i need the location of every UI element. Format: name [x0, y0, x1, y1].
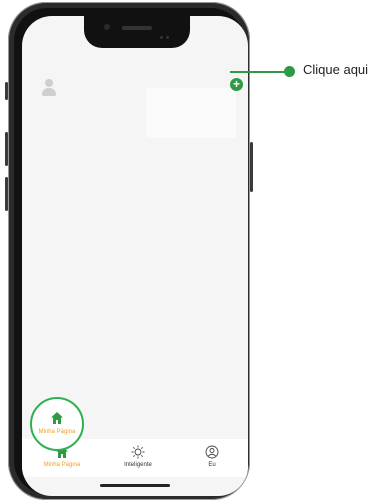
sensor-dots: [160, 26, 172, 39]
callout-dot: [284, 66, 295, 77]
sun-icon: [131, 445, 145, 459]
home-icon: [51, 412, 63, 424]
tab-label: Inteligente: [124, 462, 152, 468]
tab-label-highlight: Minha Página: [38, 429, 76, 435]
phone-notch: [84, 16, 190, 48]
add-device-button[interactable]: +: [230, 78, 243, 91]
callout-connector: [230, 71, 288, 73]
tab-label: Minha Página: [43, 462, 81, 468]
tab-highlight-circle: Minha Página: [30, 397, 84, 451]
phone-power-button: [250, 142, 253, 192]
profile-avatar-icon[interactable]: [40, 78, 58, 96]
speaker-grille: [122, 26, 152, 30]
empty-content-area: [146, 88, 236, 138]
callout-label: Clique aqui: [303, 62, 369, 77]
tab-inteligente[interactable]: Inteligente: [108, 445, 168, 468]
tab-label: Eu: [208, 462, 216, 468]
home-indicator: [100, 484, 170, 487]
tab-eu[interactable]: Eu: [182, 445, 242, 468]
phone-volume-up-button: [5, 132, 8, 166]
user-circle-icon: [205, 445, 219, 459]
camera-icon: [104, 24, 110, 30]
phone-side-button: [5, 82, 8, 100]
phone-volume-down-button: [5, 177, 8, 211]
